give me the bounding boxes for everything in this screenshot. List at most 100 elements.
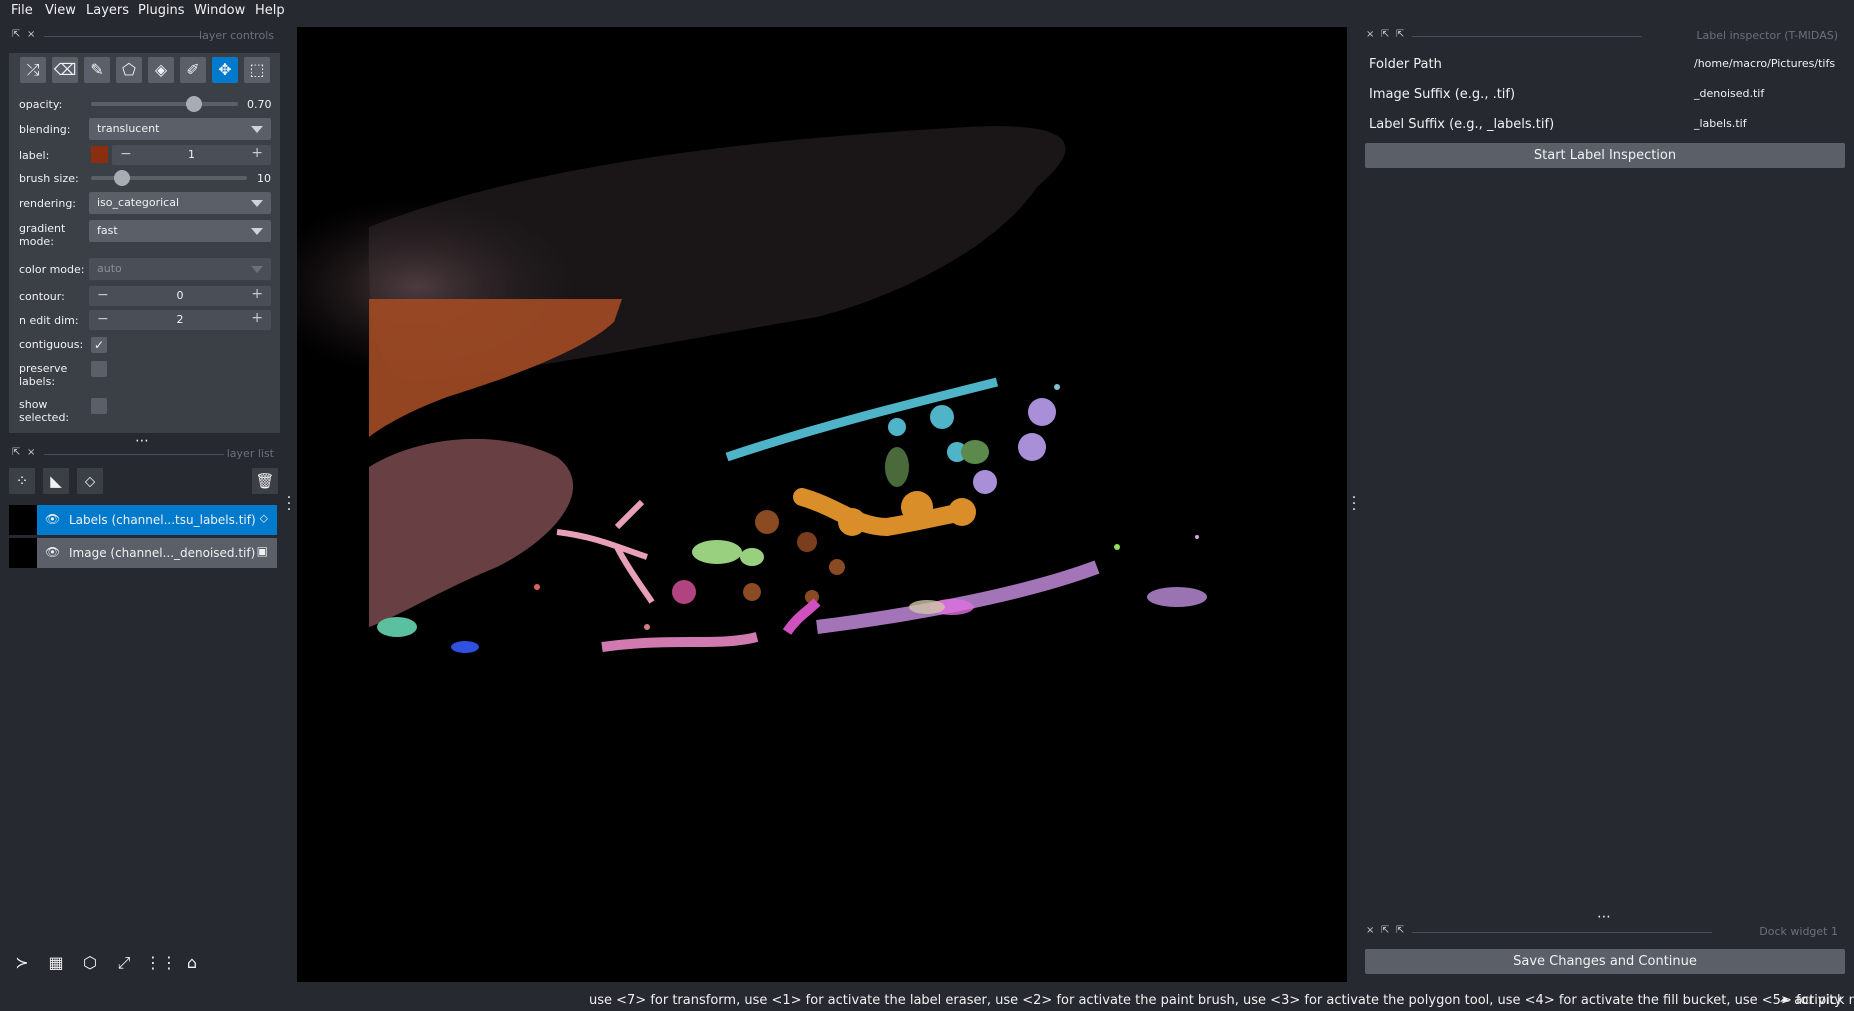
label-label: label: [19,149,50,162]
label-spinbox[interactable]: − 1 + [112,145,271,165]
titlebar-divider [44,36,204,37]
menu-view[interactable]: View [45,3,76,18]
close-icon[interactable]: × [1366,925,1374,936]
status-help-text: use <7> for transform, use <1> for activ… [589,993,1854,1008]
move-button[interactable]: ✥ [212,57,238,83]
label-suffix-input[interactable]: _labels.tif [1688,113,1844,135]
detach-icon[interactable]: ⇱ [1396,29,1404,40]
n-edit-dim-spinbox[interactable]: − 2 + [89,310,271,330]
transpose-icon: ⤢ [117,953,131,972]
gradient-mode-value: fast [97,224,118,237]
brush-size-label: brush size: [19,172,79,185]
transform-icon: ⬚ [249,60,265,79]
fill-bucket-icon: ◈ [154,60,168,79]
rendering-value: iso_categorical [97,196,180,209]
increment-icon[interactable]: + [251,310,263,326]
layer-row-labels[interactable]: 👁 Labels (channel...tsu_labels.tif) ⬦ [9,505,277,535]
layer-controls-titlebar: ⇱ × layer controls [10,29,280,43]
layer-name: Image (channel..._denoised.tif) [69,546,256,560]
n-edit-dim-value: 2 [176,313,184,326]
dock-widget-title: Dock widget 1 [1759,925,1838,938]
opacity-value: 0.70 [247,98,272,111]
transform-button[interactable]: ⬚ [244,57,270,83]
folder-path-label: Folder Path [1369,57,1442,72]
eraser-icon: ⌫ [53,60,77,79]
label-tag-icon: ⬦ [84,472,96,490]
float-icon[interactable]: ⇱ [1381,29,1389,40]
preserve-labels-checkbox[interactable] [91,361,107,377]
fill-bucket-button[interactable]: ◈ [148,57,174,83]
new-shapes-layer-button[interactable]: ◣ [43,468,69,494]
new-labels-layer-button[interactable]: ⬦ [77,468,103,494]
new-points-layer-button[interactable]: ⁘ [9,468,35,494]
polygon-button[interactable]: ⬠ [116,57,142,83]
contiguous-checkbox[interactable]: ✓ [91,337,107,353]
transpose-dims-button[interactable]: ⤢ [111,950,137,976]
color-mode-select: auto [89,258,271,280]
close-icon[interactable]: × [27,29,35,40]
delete-layer-button[interactable]: 🗑 [252,468,278,494]
image-suffix-input[interactable]: _denoised.tif [1688,83,1844,105]
home-button[interactable]: ⌂ [179,950,205,976]
left-dock-splitter[interactable]: · · · [284,491,294,517]
close-icon[interactable]: × [1366,29,1374,40]
layer-list-titlebar: ⇱ × layer list [10,447,280,461]
home-icon: ⌂ [186,953,198,972]
chevron-down-icon [251,228,263,235]
gradient-mode-label: gradient mode: [19,222,66,248]
status-bar: use <7> for transform, use <1> for activ… [0,990,1854,1011]
layer-row-image[interactable]: 👁 Image (channel..._denoised.tif) ▣ [9,538,277,568]
roll-dims-button[interactable]: ⬡ [77,950,103,976]
preserve-labels-label: preserve labels: [19,362,68,388]
points-icon: ⁘ [15,472,29,490]
ndisplay-button[interactable]: ▦ [43,950,69,976]
titlebar-divider [1412,36,1642,37]
eye-icon[interactable]: 👁 [45,512,60,526]
color-picker-button[interactable]: ✐ [180,57,206,83]
blending-label: blending: [19,123,71,136]
grid-view-button[interactable]: ⋮⋮ [145,950,177,976]
move-icon: ✥ [218,60,232,79]
eraser-button[interactable]: ⌫ [52,57,78,83]
save-changes-button[interactable]: Save Changes and Continue [1365,949,1845,974]
blending-select[interactable]: translucent [89,118,271,140]
n-edit-dim-label: n edit dim: [19,314,79,327]
activity-button[interactable]: ⏶ activity [1780,993,1842,1008]
rendering-label: rendering: [19,197,77,210]
right-dock-splitter[interactable]: · · · [1349,491,1359,517]
start-label-inspection-button[interactable]: Start Label Inspection [1365,143,1845,168]
eye-icon[interactable]: 👁 [45,545,60,559]
menu-window[interactable]: Window [194,3,245,18]
folder-path-input[interactable]: /home/macro/Pictures/tifs [1688,53,1844,75]
float-icon[interactable]: ⇱ [12,29,20,40]
close-icon[interactable]: × [27,447,35,458]
detach-icon[interactable]: ⇱ [1396,925,1404,936]
float-icon[interactable]: ⇱ [12,447,20,458]
ndisplay-icon: ▦ [48,953,64,972]
float-icon[interactable]: ⇱ [1381,925,1389,936]
console-button[interactable]: ≻ [9,950,35,976]
contour-value: 0 [176,289,184,302]
dock-splitter-handle[interactable]: ⋯ [1597,909,1611,925]
show-selected-checkbox[interactable] [91,398,107,414]
menu-plugins[interactable]: Plugins [138,3,185,18]
roll-icon: ⬡ [83,953,97,972]
contour-spinbox[interactable]: − 0 + [89,286,271,306]
gradient-mode-select[interactable]: fast [89,220,271,242]
polygon-icon: ⬠ [122,60,136,79]
paint-brush-button[interactable]: ✎ [84,57,110,83]
menu-layers[interactable]: Layers [86,3,129,18]
menu-help[interactable]: Help [255,3,285,18]
rendering-select[interactable]: iso_categorical [89,192,271,214]
shuffle-icon: ⤮ [26,60,40,79]
image-suffix-label: Image Suffix (e.g., .tif) [1369,87,1516,102]
opacity-slider[interactable] [91,102,238,106]
shuffle-button[interactable]: ⤮ [20,57,46,83]
image-canvas[interactable] [297,27,1347,982]
increment-icon[interactable]: + [251,145,263,161]
label-color-swatch[interactable] [91,146,108,163]
menu-file[interactable]: File [11,3,33,18]
increment-icon[interactable]: + [251,286,263,302]
opacity-slider-handle[interactable] [185,96,202,112]
checkmark-icon: ✓ [93,338,105,352]
